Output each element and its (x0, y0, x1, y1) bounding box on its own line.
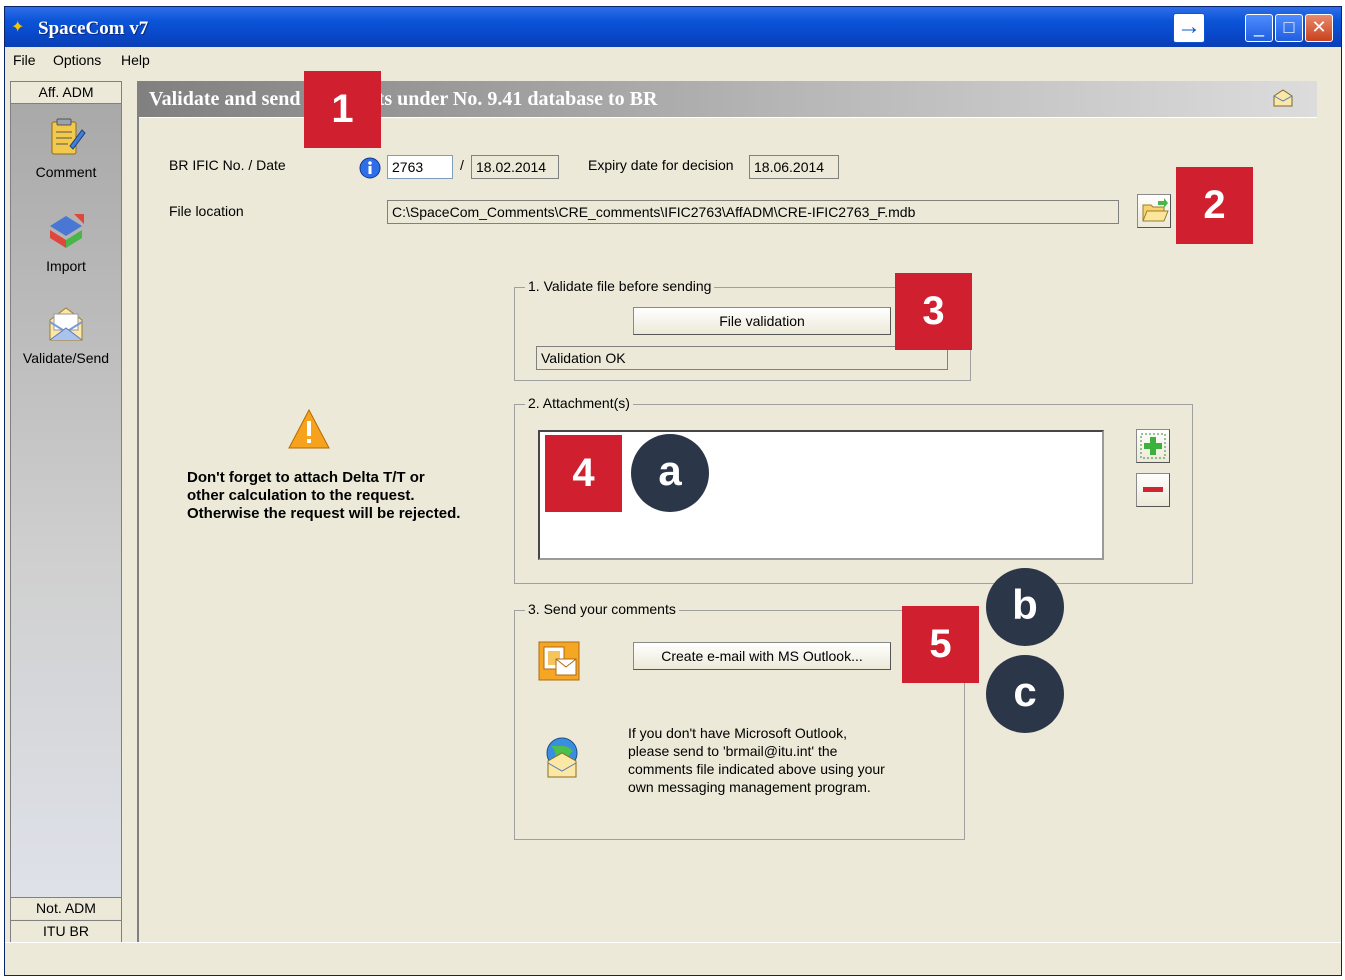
file-validation-button[interactable]: File validation (633, 307, 891, 335)
outlook-icon (538, 641, 580, 681)
validation-result-field: Validation OK (536, 346, 948, 370)
minimize-button[interactable]: _ (1245, 14, 1273, 42)
attachments-list[interactable] (538, 430, 1104, 560)
no-outlook-note: If you don't have Microsoft Outlook, ple… (628, 724, 938, 796)
ific-date-field: 18.02.2014 (471, 155, 559, 179)
close-button[interactable]: ✕ (1305, 14, 1333, 42)
comment-icon (51, 118, 86, 155)
sidebar-footer-itu-br[interactable]: ITU BR (11, 920, 121, 942)
callout-c: c (986, 655, 1064, 733)
send-group-title: 3. Send your comments (525, 601, 679, 617)
date-separator: / (460, 157, 464, 173)
note-line: comments file indicated above using your (628, 761, 885, 777)
sidebar-item-comment[interactable]: Comment (11, 116, 121, 180)
callout-2: 2 (1176, 167, 1253, 244)
callout-5: 5 (902, 606, 979, 683)
callout-1: 1 (304, 71, 381, 148)
browse-file-button[interactable] (1137, 194, 1171, 228)
callout-4: 4 (545, 435, 622, 512)
callout-a: a (631, 434, 709, 512)
sidebar-footer-not-adm[interactable]: Not. ADM (11, 897, 121, 919)
maximize-button[interactable]: □ (1275, 14, 1303, 42)
warning-line: Don't forget to attach Delta T/T or (187, 469, 425, 486)
file-location-label: File location (169, 203, 244, 219)
note-line: If you don't have Microsoft Outlook, (628, 725, 848, 741)
callout-b: b (986, 568, 1064, 646)
page-title: Validate and send comments under No. 9.4… (149, 88, 658, 110)
globe-mail-icon (546, 737, 578, 778)
callout-3: 3 (895, 273, 972, 350)
note-line: please send to 'brmail@itu.int' the (628, 743, 838, 759)
app-logo-icon: ✦ (11, 19, 25, 36)
sidebar-item-import[interactable]: Import (11, 210, 121, 274)
menu-help[interactable]: Help (121, 52, 150, 68)
expiry-label: Expiry date for decision (588, 157, 734, 173)
note-line: own messaging management program. (628, 779, 871, 795)
open-folder-icon (1142, 198, 1169, 222)
sidebar-item-label: Validate/Send (22, 350, 110, 366)
sidebar-header-aff-adm[interactable]: Aff. ADM (11, 82, 121, 104)
warning-message: Don't forget to attach Delta T/T or othe… (187, 469, 507, 523)
sidebar-item-validate-send[interactable]: Validate/Send (11, 302, 121, 366)
main-panel: Validate and send comments under No. 9.4… (137, 81, 1317, 943)
remove-attachment-button[interactable] (1136, 473, 1170, 507)
sidebar-item-label: Import (46, 258, 86, 274)
ific-label: BR IFIC No. / Date (169, 157, 286, 173)
sidebar: Aff. ADM Comment Import Validate/Send No… (10, 81, 122, 943)
warning-line: other calculation to the request. (187, 487, 415, 504)
title-bar[interactable]: ✦ SpaceCom v7 → _ □ ✕ (5, 7, 1341, 47)
attachments-group-title: 2. Attachment(s) (525, 395, 633, 411)
status-bar (5, 942, 1341, 975)
menu-options[interactable]: Options (53, 52, 101, 68)
minus-icon (1143, 487, 1163, 492)
warning-line: Otherwise the request will be rejected. (187, 505, 461, 522)
ific-number-input[interactable]: 2763 (387, 155, 453, 179)
validate-send-icon (49, 307, 83, 341)
arrow-right-icon[interactable]: → (1173, 13, 1205, 43)
plus-icon (1140, 433, 1166, 459)
send-group: 3. Send your comments Create e-mail with… (514, 601, 965, 840)
mail-icon[interactable] (1273, 89, 1293, 107)
file-location-field: C:\SpaceCom_Comments\CRE_comments\IFIC27… (387, 200, 1119, 224)
info-icon[interactable] (359, 157, 381, 179)
sidebar-item-label: Comment (35, 164, 97, 180)
menu-bar: File Options Help (5, 47, 1341, 73)
add-attachment-button[interactable] (1136, 429, 1170, 463)
menu-file[interactable]: File (13, 52, 36, 68)
import-icon (50, 214, 84, 248)
window-title: SpaceCom v7 (38, 18, 149, 39)
warning-icon (288, 408, 330, 449)
validate-group-title: 1. Validate file before sending (525, 278, 715, 294)
expiry-date-field: 18.06.2014 (749, 155, 839, 179)
create-outlook-email-button[interactable]: Create e-mail with MS Outlook... (633, 642, 891, 670)
